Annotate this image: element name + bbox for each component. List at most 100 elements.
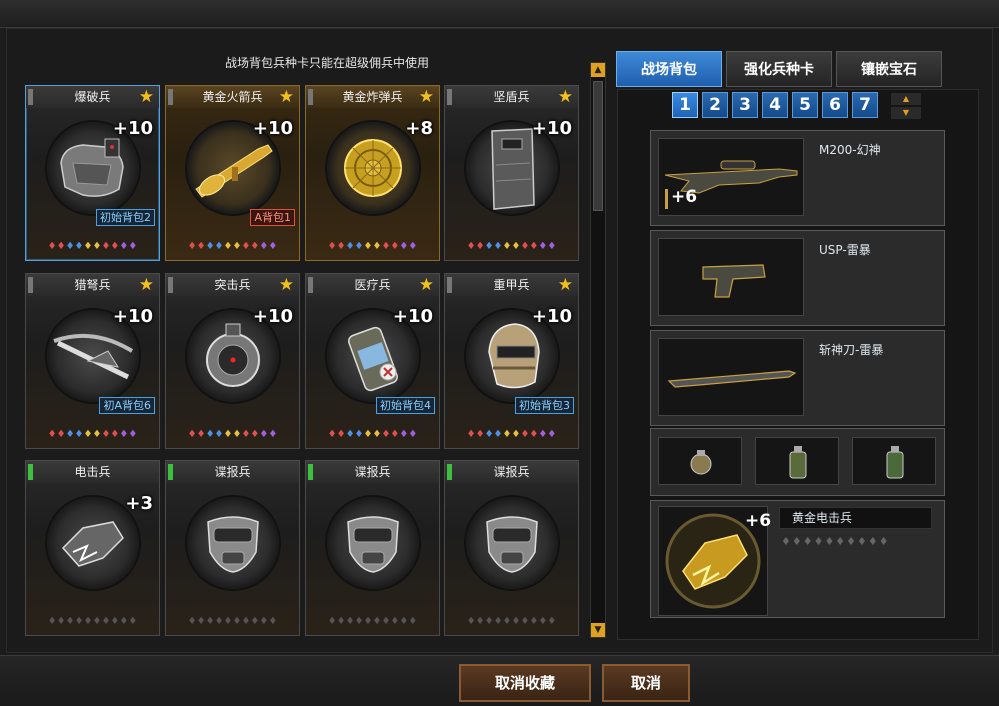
star-icon: ★ <box>278 87 294 107</box>
medkit-canister-icon <box>348 326 398 392</box>
card-title: 谍报兵 <box>445 461 578 483</box>
page-button-7[interactable]: 7 <box>852 92 878 118</box>
card-title: 医疗兵 ★ <box>306 274 439 296</box>
soldier-card-shock[interactable]: 电击兵 +3 ♦♦♦♦♦♦♦♦♦♦ <box>25 460 160 636</box>
smoke-grenade-icon <box>789 446 807 479</box>
page-button-5[interactable]: 5 <box>792 92 818 118</box>
pack-badge: 初A背包6 <box>99 397 155 414</box>
scroll-down-icon[interactable]: ▼ <box>591 623 605 637</box>
gem-row: ♦♦♦♦♦♦♦♦♦♦ <box>327 616 418 627</box>
soldier-card-golden-rocket[interactable]: 黄金火箭兵 ★ +10 A背包1 ♦♦♦♦♦♦♦♦♦♦ <box>165 85 300 261</box>
slot-grenades <box>650 428 945 496</box>
weapon-name: USP-雷暴 <box>819 243 871 257</box>
card-status-bar <box>168 464 173 480</box>
soldier-card-spy-2[interactable]: 谍报兵 ♦♦♦♦♦♦♦♦♦♦ <box>305 460 440 636</box>
card-level: +10 <box>112 306 153 327</box>
soldier-card-medic[interactable]: 医疗兵 ★ +10 初始背包4 ♦♦♦♦♦♦♦♦♦♦ <box>305 273 440 449</box>
tab-battle-pack[interactable]: 战场背包 <box>616 51 722 87</box>
card-title: 突击兵 ★ <box>166 274 299 296</box>
page-button-3[interactable]: 3 <box>732 92 758 118</box>
slot-secondary-weapon[interactable]: USP-雷暴 <box>650 230 945 326</box>
card-title: 爆破兵 ★ <box>26 86 159 108</box>
star-icon: ★ <box>418 275 434 295</box>
card-status-bar <box>168 89 173 105</box>
slot-primary-weapon[interactable]: +6 M200-幻神 <box>650 130 945 226</box>
soldier-card-spy-1[interactable]: 谍报兵 ♦♦♦♦♦♦♦♦♦♦ <box>165 460 300 636</box>
card-emblem <box>464 495 560 591</box>
scroll-thumb[interactable] <box>593 81 603 211</box>
gem-row: ♦♦♦♦♦♦♦♦♦♦ <box>327 241 418 252</box>
cancel-button[interactable]: 取消 <box>602 664 690 702</box>
card-level: +8 <box>405 118 433 139</box>
pack-badge: 初始背包3 <box>515 397 574 414</box>
card-title: 电击兵 <box>26 461 159 483</box>
star-icon: ★ <box>418 87 434 107</box>
gem-row: ♦♦♦♦♦♦♦♦♦♦ <box>466 616 557 627</box>
pack-badge: A背包1 <box>250 209 295 226</box>
weapon-name: M200-幻神 <box>819 143 881 157</box>
page-button-6[interactable]: 6 <box>822 92 848 118</box>
unfavorite-button[interactable]: 取消收藏 <box>459 664 591 702</box>
soldier-card-heavy-armor[interactable]: 重甲兵 ★ +10 初始背包3 ♦♦♦♦♦♦♦♦♦♦ <box>444 273 579 449</box>
star-icon: ★ <box>138 275 154 295</box>
crossbow-icon <box>53 333 134 380</box>
card-status-bar <box>28 277 33 293</box>
tab-inlay-gem[interactable]: 镶嵌宝石 <box>836 51 942 87</box>
card-title: 重甲兵 ★ <box>445 274 578 296</box>
weapon-name: 斩神刀-雷暴 <box>819 343 884 357</box>
gem-row: ♦♦♦♦♦♦♦♦♦♦ <box>47 616 138 627</box>
soldier-card-demolition[interactable]: 爆破兵 ★ +10 初始背包2 ♦♦♦♦♦♦♦♦♦♦ <box>25 85 160 261</box>
gem-row: ♦♦♦♦♦♦♦♦♦♦ <box>47 241 138 252</box>
page-button-2[interactable]: 2 <box>702 92 728 118</box>
card-title: 谍报兵 <box>166 461 299 483</box>
blade-icon <box>667 370 797 388</box>
card-level: +10 <box>531 118 572 139</box>
golden-rpg-icon <box>195 144 273 198</box>
card-level: +10 <box>531 306 572 327</box>
spy-mask-icon <box>207 516 259 573</box>
page-up-icon[interactable]: ▲ <box>891 93 921 105</box>
c4-backpack-icon <box>60 138 124 197</box>
tab-enhance-card[interactable]: 强化兵种卡 <box>726 51 832 87</box>
soldier-card-spy-3[interactable]: 谍报兵 ♦♦♦♦♦♦♦♦♦♦ <box>444 460 579 636</box>
gem-row: ♦♦♦♦♦♦♦♦♦♦ <box>466 241 557 252</box>
card-emblem <box>185 495 281 591</box>
slot-melee-weapon[interactable]: 斩神刀-雷暴 <box>650 330 945 426</box>
card-title: 猎弩兵 ★ <box>26 274 159 296</box>
shock-gauntlet-icon <box>61 521 124 567</box>
soldier-card-golden-bomb[interactable]: 黄金炸弹兵 ★ +8 ♦♦♦♦♦♦♦♦♦♦ <box>305 85 440 261</box>
pistol-icon <box>702 264 766 298</box>
armor-helmet-icon <box>488 323 540 389</box>
pack-badge: 初始背包4 <box>376 397 435 414</box>
grenade-slot-1[interactable] <box>658 437 742 485</box>
card-status-bar <box>308 277 313 293</box>
grenade-slot-2[interactable] <box>755 437 839 485</box>
card-emblem <box>325 495 421 591</box>
weapon-picture <box>658 338 804 416</box>
card-title: 谍报兵 <box>306 461 439 483</box>
slot-soldier-card[interactable]: +6 黄金电击兵 ♦♦♦♦♦♦♦♦♦♦ <box>650 500 945 618</box>
soldier-card-assault[interactable]: 突击兵 ★ +10 ♦♦♦♦♦♦♦♦♦♦ <box>165 273 300 449</box>
gem-row: ♦♦♦♦♦♦♦♦♦♦ <box>187 616 278 627</box>
card-status-bar <box>447 277 452 293</box>
card-list-scrollbar[interactable]: ▲ ▼ <box>590 62 606 638</box>
gem-row: ♦♦♦♦♦♦♦♦♦♦ <box>187 241 278 252</box>
page-button-4[interactable]: 4 <box>762 92 788 118</box>
card-status-bar <box>28 89 33 105</box>
frag-grenade-icon <box>886 446 904 479</box>
gem-row: ♦♦♦♦♦♦♦♦♦♦ <box>47 429 138 440</box>
card-level: +10 <box>252 306 293 327</box>
page-arrows: ▲ ▼ <box>891 93 921 119</box>
page-down-icon[interactable]: ▼ <box>891 107 921 119</box>
soldier-card-crossbow[interactable]: 猎弩兵 ★ +10 初A背包6 ♦♦♦♦♦♦♦♦♦♦ <box>25 273 160 449</box>
card-status-bar <box>168 277 173 293</box>
card-status-bar <box>447 464 452 480</box>
page-button-1[interactable]: 1 <box>672 92 698 118</box>
star-icon: ★ <box>138 87 154 107</box>
star-icon: ★ <box>557 87 573 107</box>
card-title: 坚盾兵 ★ <box>445 86 578 108</box>
grenade-slot-3[interactable] <box>852 437 936 485</box>
soldier-card-shield[interactable]: 坚盾兵 ★ +10 ♦♦♦♦♦♦♦♦♦♦ <box>444 85 579 261</box>
scroll-up-icon[interactable]: ▲ <box>591 63 605 77</box>
card-title: 黄金炸弹兵 ★ <box>306 86 439 108</box>
